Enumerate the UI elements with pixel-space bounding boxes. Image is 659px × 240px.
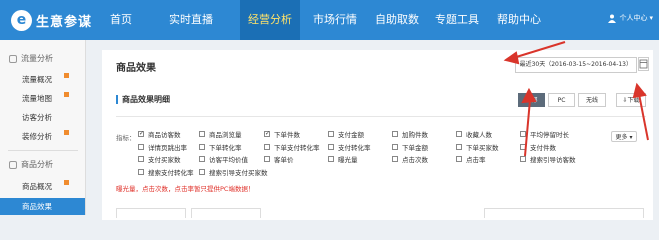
annotation-arrows xyxy=(503,41,649,157)
annotation-arrow xyxy=(638,93,649,141)
annotation-arrowhead xyxy=(632,82,647,99)
annotation-arrow xyxy=(512,41,566,59)
annotation-arrowhead xyxy=(503,51,520,65)
annotation-arrowhead xyxy=(521,87,537,104)
annotation-arrow xyxy=(524,99,531,157)
